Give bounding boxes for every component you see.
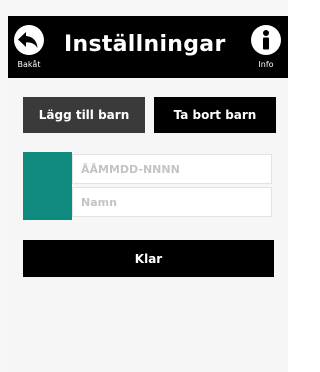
app-screen: Bakåt Inställningar Info Lägg till barn …	[0, 0, 288, 372]
page-title: Inställningar	[64, 32, 226, 57]
remove-child-tab[interactable]: Ta bort barn	[154, 97, 276, 133]
info-button[interactable]: Info	[244, 16, 288, 78]
personal-number-field[interactable]	[72, 154, 272, 184]
name-field[interactable]	[72, 187, 272, 217]
arrow-back-icon	[14, 25, 44, 55]
info-icon	[251, 25, 281, 55]
child-color-swatch[interactable]	[23, 152, 72, 220]
child-entry	[23, 152, 274, 220]
back-button[interactable]: Bakåt	[8, 16, 50, 78]
settings-panel: Lägg till barn Ta bort barn Klar	[8, 78, 288, 372]
info-label: Info	[258, 60, 274, 69]
back-label: Bakåt	[17, 60, 41, 69]
done-button[interactable]: Klar	[23, 240, 274, 277]
add-child-tab[interactable]: Lägg till barn	[23, 97, 145, 133]
top-bar: Bakåt Inställningar Info	[8, 16, 288, 78]
